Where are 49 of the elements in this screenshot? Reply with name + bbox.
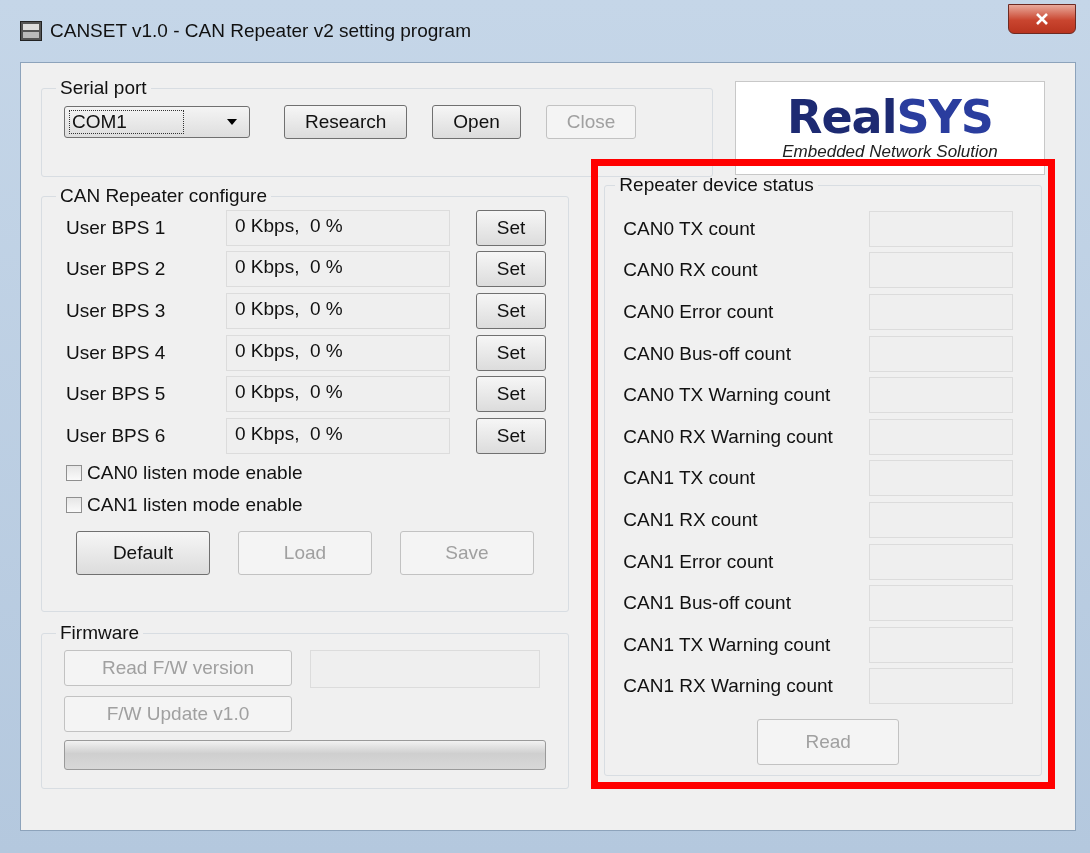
group-title: Serial port xyxy=(59,77,148,99)
status-label: CAN1 TX Warning count xyxy=(623,633,831,656)
bps-field[interactable]: 0 Kbps, 0 % xyxy=(226,293,450,329)
set-button[interactable]: Set xyxy=(476,417,546,454)
set-button[interactable]: Set xyxy=(476,251,546,288)
bps-field[interactable]: 0 Kbps, 0 % xyxy=(226,251,450,288)
group-title: Repeater device status xyxy=(618,174,815,196)
status-label: CAN0 Bus-off count xyxy=(623,342,791,365)
status-label: CAN1 Bus-off count xyxy=(623,592,791,615)
bps-label: User BPS 6 xyxy=(66,424,167,447)
status-label: CAN0 RX count xyxy=(623,259,758,282)
checkbox-label: CAN0 listen mode enable xyxy=(87,461,303,484)
status-label: CAN1 RX count xyxy=(623,508,758,531)
bps-field[interactable]: 0 Kbps, 0 % xyxy=(226,334,450,371)
checkbox-label: CAN1 listen mode enable xyxy=(87,493,303,516)
bps-label: User BPS 1 xyxy=(66,216,167,239)
status-label: CAN1 Error count xyxy=(623,550,774,573)
dropdown-arrow-icon xyxy=(227,119,237,125)
status-label: CAN0 Error count xyxy=(623,301,774,323)
logo-tagline: Embedded Network Solution xyxy=(782,142,998,162)
group-title: CAN Repeater configure xyxy=(59,185,268,207)
set-button[interactable]: Set xyxy=(476,376,546,413)
close-icon xyxy=(1035,13,1049,25)
bps-label: User BPS 2 xyxy=(66,258,167,281)
set-button[interactable]: Set xyxy=(476,293,546,329)
set-button[interactable]: Set xyxy=(476,334,546,371)
checkbox[interactable] xyxy=(66,464,82,481)
window-title: CANSET v1.0 - CAN Repeater v2 setting program xyxy=(50,20,471,42)
serial-button[interactable]: Open xyxy=(432,105,521,139)
bps-field[interactable]: 0 Kbps, 0 % xyxy=(226,376,450,413)
port-dropdown[interactable]: COM1 xyxy=(64,106,250,138)
group-title: Firmware xyxy=(59,622,141,644)
status-label: CAN1 TX count xyxy=(623,467,755,490)
bps-label: User BPS 3 xyxy=(66,300,167,322)
status-label: CAN1 RX Warning count xyxy=(623,675,833,698)
status-label: CAN0 TX Warning count xyxy=(623,384,831,407)
bps-label: User BPS 4 xyxy=(66,341,167,364)
close-button[interactable] xyxy=(1008,4,1076,34)
set-button[interactable]: Set xyxy=(476,209,546,246)
bps-field[interactable]: 0 Kbps, 0 % xyxy=(226,417,450,454)
bps-label: User BPS 5 xyxy=(66,383,167,406)
status-label: CAN0 TX count xyxy=(623,217,755,240)
config-button[interactable]: Default xyxy=(76,530,210,575)
app-icon xyxy=(20,21,42,41)
checkbox[interactable] xyxy=(66,496,82,513)
serial-button[interactable]: Research xyxy=(284,105,408,139)
bps-field[interactable]: 0 Kbps, 0 % xyxy=(226,209,450,246)
status-label: CAN0 RX Warning count xyxy=(623,425,833,448)
brand-logo: RealSYS xyxy=(787,94,993,140)
